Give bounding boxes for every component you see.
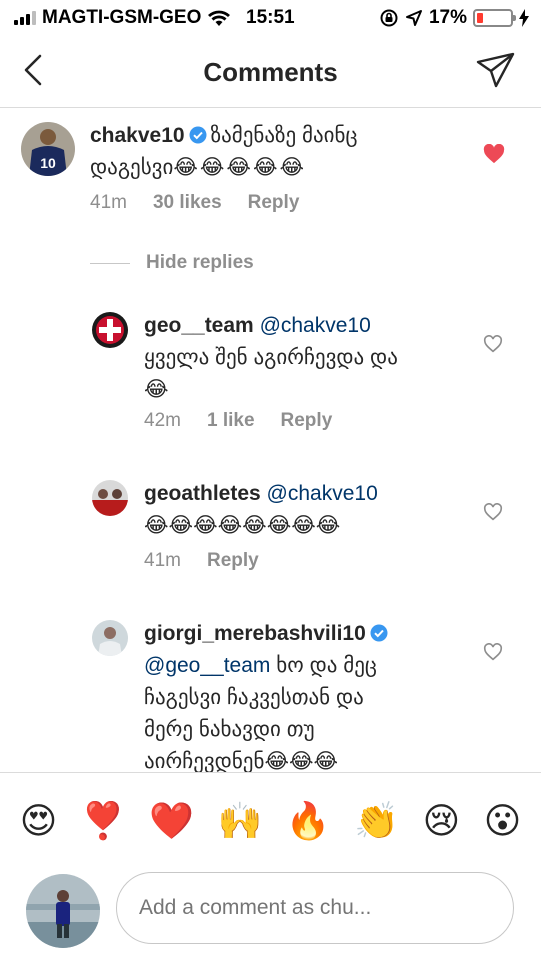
status-time: 15:51 (246, 7, 295, 28)
emoji-quick-bar: 😍 ❣️ ❤️ 🙌 🔥 👏 😢 😮 (0, 772, 541, 868)
comment-main: 10 chakve10 ზამენაზე მაინც დაგესვი😂😂😂😂😂 4… (0, 108, 541, 248)
reply-item: geo__team @chakve10 ყველა შენ აგირჩევდა … (0, 300, 541, 450)
reply-mention[interactable]: @chakve10 (260, 314, 371, 337)
reply-item: giorgi_merebashvili10 @geo__team ხო და მ… (0, 608, 541, 773)
verified-badge-icon (370, 624, 388, 642)
page-title: Comments (203, 57, 338, 87)
comment-likes[interactable]: 30 likes (153, 192, 222, 214)
reply-username[interactable]: geo__team (144, 314, 254, 337)
signal-icon (14, 11, 36, 25)
reply-button[interactable]: Reply (207, 550, 259, 572)
reply-body-line4: აირჩევდნენ (144, 750, 265, 773)
heart-outline-icon[interactable] (483, 335, 503, 353)
emoji-heart-eyes[interactable]: 😍 (20, 800, 58, 842)
reply-likes[interactable]: 1 like (207, 410, 255, 432)
reply-button[interactable]: Reply (281, 410, 333, 432)
battery-percent: 17% (428, 7, 467, 28)
emoji-heart-exclamation[interactable]: ❣️ (81, 800, 126, 842)
reply-time: 41m (144, 550, 181, 571)
comment-body: ზამენაზე მაინც (210, 124, 358, 147)
reply-emojis: 😂 (144, 378, 169, 401)
reply-username[interactable]: geoathletes (144, 482, 261, 505)
comment-emojis: 😂😂😂😂😂 (173, 156, 307, 179)
carrier-name: MAGTI-GSM-GEO (42, 7, 202, 28)
emoji-fire[interactable]: 🔥 (286, 800, 331, 842)
reply-emojis: 😂😂😂 (264, 750, 339, 773)
heart-outline-icon[interactable] (483, 503, 503, 521)
heart-filled-icon[interactable] (483, 144, 505, 164)
comment-body-line2: დაგესვი (90, 156, 174, 179)
reply-button[interactable]: Reply (248, 192, 300, 214)
reply-body: ხო და მეც (276, 654, 377, 677)
avatar[interactable] (92, 620, 128, 656)
svg-text:10: 10 (40, 155, 56, 171)
header: Comments (0, 36, 541, 108)
comment-time: 41m (90, 192, 127, 213)
verified-badge-icon (189, 126, 207, 144)
emoji-crying[interactable]: 😢 (423, 800, 461, 842)
comment-username[interactable]: chakve10 (90, 124, 185, 147)
emoji-surprised[interactable]: 😮 (484, 800, 522, 842)
reply-time: 42m (144, 410, 181, 431)
comment-meta: 41m 30 likes Reply (90, 192, 299, 214)
reply-username[interactable]: giorgi_merebashvili10 (144, 622, 366, 645)
hide-replies-label: Hide replies (146, 252, 254, 273)
reply-mention[interactable]: @geo__team (144, 654, 270, 677)
status-bar: MAGTI-GSM-GEO 15:51 17% (0, 0, 541, 36)
location-arrow-icon (405, 10, 422, 26)
emoji-clapping[interactable]: 👏 (354, 800, 399, 842)
reply-meta: 41m Reply (144, 550, 259, 572)
comment-text: chakve10 ზამენაზე მაინც დაგესვი😂😂😂😂😂 (90, 120, 470, 184)
reply-emojis: 😂😂😂😂😂😂😂😂 (144, 514, 341, 537)
direct-message-icon[interactable] (475, 50, 517, 90)
reply-body: ყველა შენ აგირჩევდა და (144, 346, 398, 369)
charging-bolt-icon (519, 9, 529, 27)
avatar[interactable]: 10 (21, 122, 75, 176)
status-left: MAGTI-GSM-GEO (14, 7, 231, 29)
reply-mention[interactable]: @chakve10 (267, 482, 378, 505)
reply-text: geo__team @chakve10 ყველა შენ აგირჩევდა … (144, 310, 484, 406)
reply-item: geoathletes @chakve10 😂😂😂😂😂😂😂😂 41m Reply (0, 468, 541, 588)
reply-text: geoathletes @chakve10 😂😂😂😂😂😂😂😂 (144, 478, 484, 542)
battery-icon (473, 9, 516, 27)
reply-body-line3: მერე ნახავდი თუ (144, 718, 315, 741)
wifi-icon (208, 10, 231, 26)
orientation-lock-icon (380, 9, 398, 27)
divider-line (90, 262, 130, 264)
emoji-raised-hands[interactable]: 🙌 (218, 800, 263, 842)
reply-text: giorgi_merebashvili10 @geo__team ხო და მ… (144, 618, 484, 778)
comment-input-bar (0, 868, 541, 960)
comment-input[interactable] (116, 872, 514, 944)
avatar[interactable] (92, 480, 128, 516)
avatar[interactable] (92, 312, 128, 348)
reply-meta: 42m 1 like Reply (144, 410, 332, 432)
hide-replies[interactable]: Hide replies (90, 252, 254, 274)
reply-body-line2: ჩაგესვი ჩაკვესთან და (144, 686, 364, 709)
status-right: 17% (379, 7, 529, 29)
user-avatar (26, 874, 100, 948)
heart-outline-icon[interactable] (483, 643, 503, 661)
emoji-red-heart[interactable]: ❤️ (149, 800, 194, 842)
